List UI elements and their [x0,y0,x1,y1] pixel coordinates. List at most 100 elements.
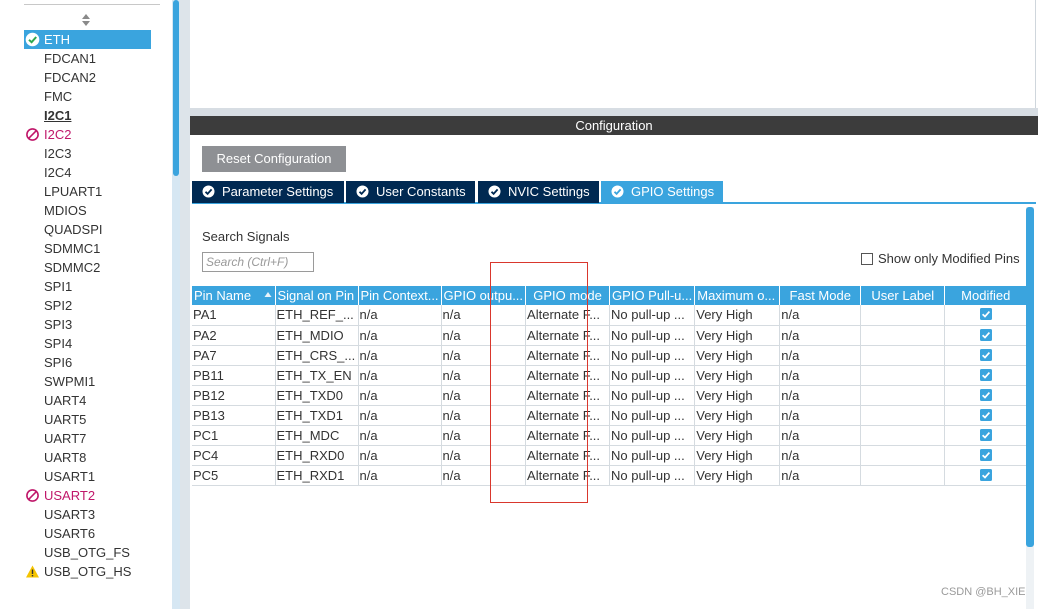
table-cell: ETH_RXD0 [275,445,359,466]
peripheral-item-usb-otg-fs[interactable]: USB_OTG_FS [24,543,151,562]
peripheral-item-i2c1[interactable]: I2C1 [24,106,151,125]
peripheral-list-scrollbar[interactable] [172,0,180,609]
table-row[interactable]: PC5 ETH_RXD1 n/a n/a Alternate F... No pull-u… [192,465,1028,486]
column-header-user-label[interactable]: User Label [860,286,946,305]
peripheral-item-i2c2[interactable]: I2C2 [24,125,151,144]
table-row[interactable]: PA1 ETH_REF_... n/a n/a Alternate F... No pul… [192,305,1028,326]
checkbox-box[interactable] [861,253,873,265]
column-header-gpio-outpu[interactable]: GPIO outpu... [441,286,527,305]
show-modified-pins-checkbox[interactable]: Show only Modified Pins [861,251,1020,267]
table-cell: PA1 [192,305,276,326]
checkbox-checked-icon[interactable] [979,448,992,461]
peripheral-item-usart3[interactable]: USART3 [24,505,151,524]
checkbox-checked-icon[interactable] [979,428,992,441]
table-cell: No pull-up ... [609,425,696,446]
table-cell: n/a [358,305,442,326]
checkbox-checked-icon[interactable] [979,388,992,401]
tab-nvic-settings[interactable]: NVIC Settings [478,181,599,203]
peripheral-item-usb-otg-hs[interactable]: USB_OTG_HS [24,562,151,581]
checkbox-checked-icon[interactable] [979,368,992,381]
checkbox-checked-icon[interactable] [979,408,992,421]
column-header-signal-on-pin[interactable]: Signal on Pin [275,286,359,305]
peripheral-item-swpmi1[interactable]: SWPMI1 [24,372,151,391]
peripheral-item-usart2[interactable]: USART2 [24,486,151,505]
peripheral-item-spi2[interactable]: SPI2 [24,296,151,315]
peripheral-label: I2C4 [44,165,72,180]
peripheral-item-i2c3[interactable]: I2C3 [24,144,151,163]
column-header-gpio-mode[interactable]: GPIO mode [525,286,611,305]
table-cell: n/a [779,365,862,386]
modified-checkbox-cell[interactable] [944,385,1028,406]
column-header-pin-context[interactable]: Pin Context... [358,286,442,305]
modified-checkbox-cell[interactable] [944,465,1028,486]
checkbox-checked-icon[interactable] [979,328,992,341]
modified-checkbox-cell[interactable] [944,405,1028,426]
peripheral-item-spi6[interactable]: SPI6 [24,353,151,372]
table-row[interactable]: PC1 ETH_MDC n/a n/a Alternate F... No pull-up… [192,425,1028,446]
column-header-gpio-pull-u[interactable]: GPIO Pull-u... [609,286,696,305]
peripheral-item-sdmmc2[interactable]: SDMMC2 [24,258,151,277]
panel-splitter[interactable] [180,0,190,609]
mode-config-splitter[interactable] [190,108,1038,116]
peripheral-item-eth[interactable]: ETH [24,30,151,49]
sort-ascending-icon [264,292,271,297]
table-row[interactable]: PA2 ETH_MDIO n/a n/a Alternate F... No pull-u… [192,325,1028,346]
show-modified-label: Show only Modified Pins [878,251,1020,266]
peripheral-item-uart8[interactable]: UART8 [24,448,151,467]
check-circle-icon [202,185,215,198]
peripheral-item-spi3[interactable]: SPI3 [24,315,151,334]
modified-checkbox-cell[interactable] [944,445,1028,466]
checkbox-checked-icon[interactable] [979,348,992,361]
column-header-fast-mode[interactable]: Fast Mode [779,286,862,305]
peripheral-item-quadspi[interactable]: QUADSPI [24,220,151,239]
peripheral-item-mdios[interactable]: MDIOS [24,201,151,220]
peripheral-item-uart4[interactable]: UART4 [24,391,151,410]
tab-gpio-settings[interactable]: GPIO Settings [601,181,723,203]
column-header-modified[interactable]: Modified [944,286,1028,305]
peripheral-item-i2c4[interactable]: I2C4 [24,163,151,182]
disabled-icon [26,489,39,502]
table-row[interactable]: PA7 ETH_CRS_... n/a n/a Alternate F... No pul… [192,345,1028,366]
table-cell: Alternate F... [525,385,611,406]
modified-checkbox-cell[interactable] [944,365,1028,386]
table-cell: n/a [441,325,527,346]
search-signals-input[interactable] [202,252,314,272]
table-cell [860,445,946,466]
modified-checkbox-cell[interactable] [944,345,1028,366]
peripheral-item-spi1[interactable]: SPI1 [24,277,151,296]
table-row[interactable]: PB12 ETH_TXD0 n/a n/a Alternate F... No pull-… [192,385,1028,406]
tab-parameter-settings[interactable]: Parameter Settings [192,181,344,203]
peripheral-item-lpuart1[interactable]: LPUART1 [24,182,151,201]
peripheral-item-uart7[interactable]: UART7 [24,429,151,448]
tab-user-constants[interactable]: User Constants [346,181,475,203]
peripheral-item-sdmmc1[interactable]: SDMMC1 [24,239,151,258]
table-cell: Very High [694,325,781,346]
table-cell: Very High [694,305,781,326]
peripheral-item-spi4[interactable]: SPI4 [24,334,151,353]
checkbox-checked-icon[interactable] [979,308,992,321]
content-scrollbar-thumb[interactable] [1026,207,1034,547]
modified-checkbox-cell[interactable] [944,305,1028,326]
checkbox-checked-icon[interactable] [979,468,992,481]
content-scrollbar[interactable] [1026,207,1034,609]
peripheral-label: I2C2 [44,127,72,142]
peripheral-item-fmc[interactable]: FMC [24,87,151,106]
column-header-pin-name[interactable]: Pin Name [192,286,276,305]
modified-checkbox-cell[interactable] [944,325,1028,346]
table-cell: n/a [358,425,442,446]
table-row[interactable]: PB13 ETH_TXD1 n/a n/a Alternate F... No pull-… [192,405,1028,426]
peripheral-label: USART3 [44,507,96,522]
reset-configuration-button[interactable]: Reset Configuration [202,146,346,172]
column-header-maximum-o[interactable]: Maximum o... [694,286,781,305]
peripheral-item-uart5[interactable]: UART5 [24,410,151,429]
peripheral-item-fdcan2[interactable]: FDCAN2 [24,68,151,87]
peripheral-item-usart6[interactable]: USART6 [24,524,151,543]
table-row[interactable]: PB11 ETH_TX_EN n/a n/a Alternate F... No pull… [192,365,1028,386]
peripheral-item-usart1[interactable]: USART1 [24,467,151,486]
table-cell: Alternate F... [525,345,611,366]
table-row[interactable]: PC4 ETH_RXD0 n/a n/a Alternate F... No pull-u… [192,445,1028,466]
peripheral-item-fdcan1[interactable]: FDCAN1 [24,49,151,68]
modified-checkbox-cell[interactable] [944,425,1028,446]
sort-toggle-icon[interactable] [81,13,91,27]
scrollbar-thumb[interactable] [173,0,179,176]
